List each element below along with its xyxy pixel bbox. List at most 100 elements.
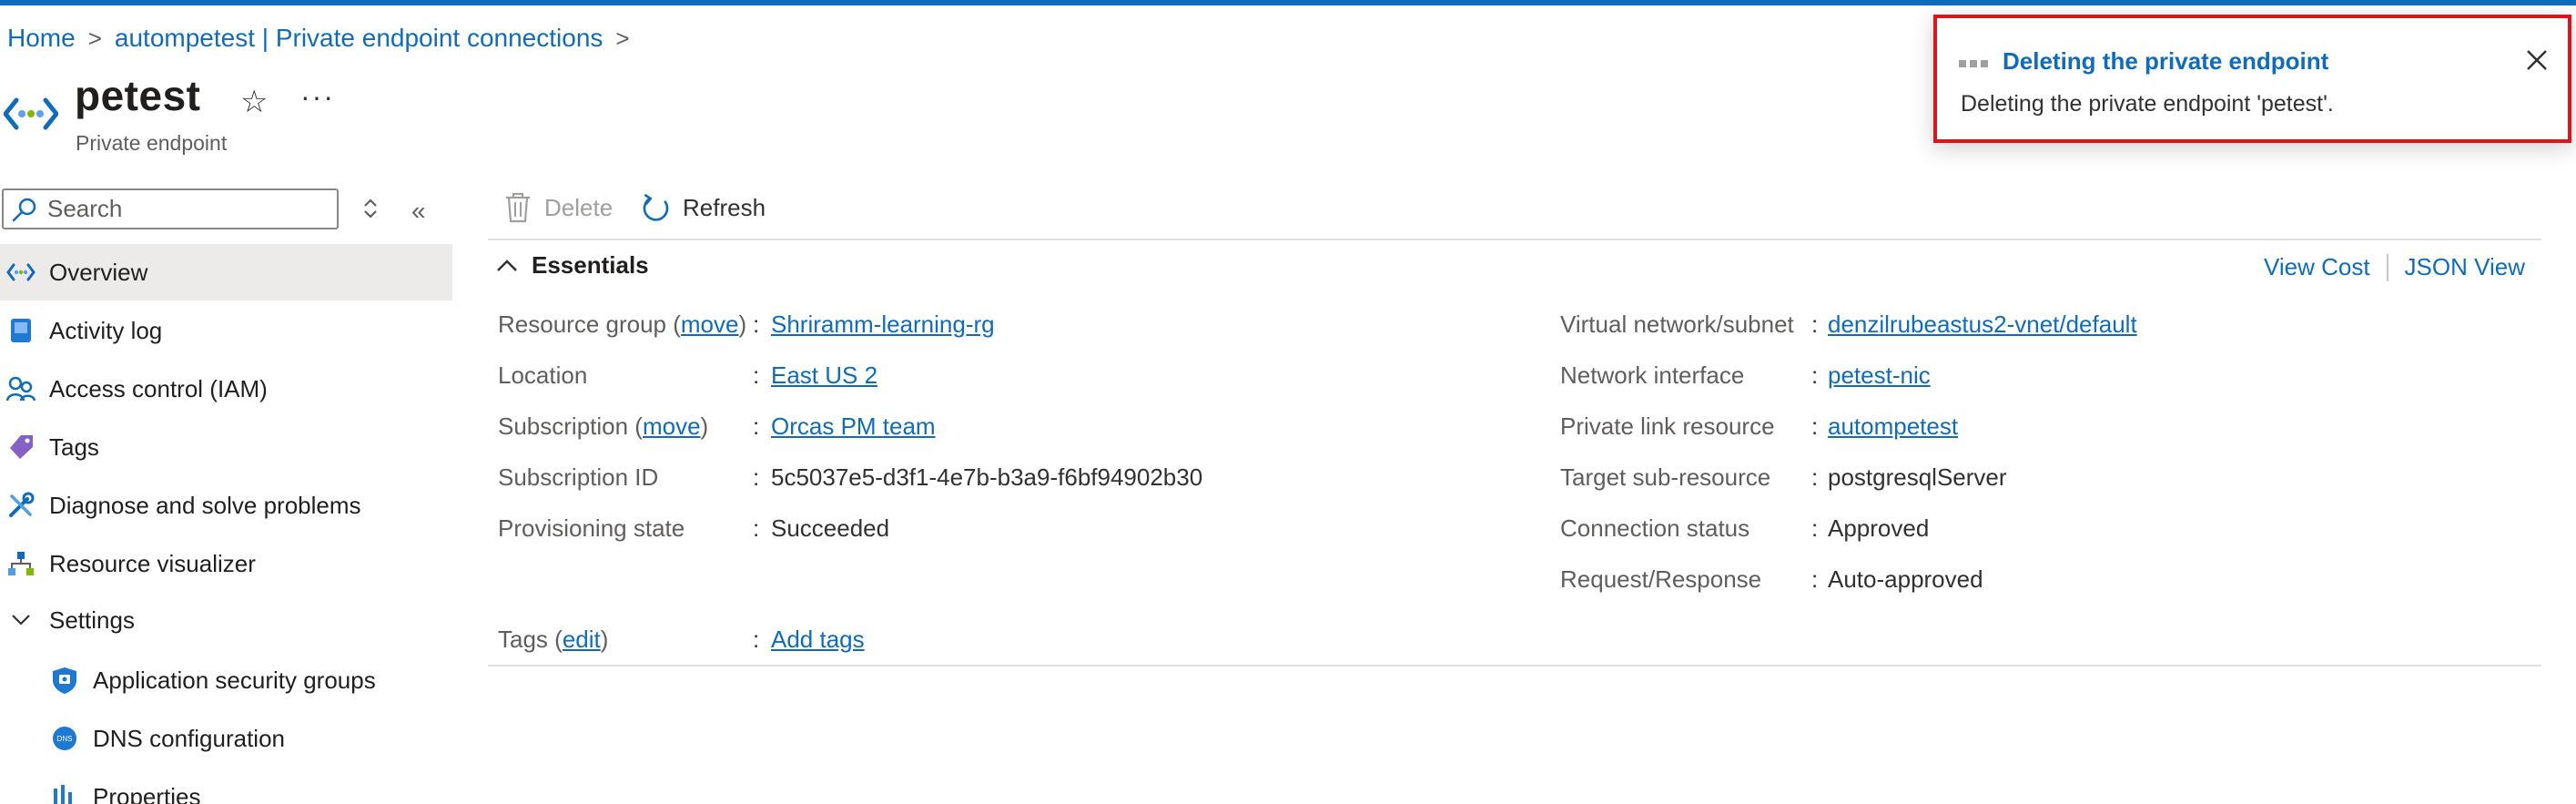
prop-label: Network interface <box>1560 361 1745 389</box>
sidebar-item-label: Activity log <box>49 316 163 344</box>
nav-search-input[interactable] <box>47 195 320 223</box>
subscription-id-value: 5c5037e5-d3f1-4e7b-b3a9-f6bf94902b30 <box>771 463 1203 491</box>
location-link[interactable]: East US 2 <box>771 361 877 389</box>
sidebar-item-label: Properties <box>93 782 201 804</box>
overview-icon <box>5 257 36 288</box>
sidebar-item-resource-visualizer[interactable]: Resource visualizer <box>0 535 452 592</box>
prop-label-text: Subscription <box>498 412 629 440</box>
notification-title[interactable]: Deleting the private endpoint <box>2003 47 2328 76</box>
target-sub-resource-value: postgresqlServer <box>1828 463 2007 491</box>
add-tags-link[interactable]: Add tags <box>771 626 865 653</box>
collapse-nav-button[interactable]: « <box>411 197 426 226</box>
prop-colon: : <box>753 412 760 440</box>
hierarchy-icon <box>5 548 36 579</box>
prop-colon: : <box>1811 412 1819 440</box>
nav-search-box <box>2 188 339 229</box>
prop-value: Orcas PM team <box>771 412 936 441</box>
sidebar-item-application-security-groups[interactable]: Application security groups <box>0 652 452 708</box>
json-view-link[interactable]: JSON View <box>2405 253 2525 281</box>
prop-label: Private link resource <box>1560 412 1775 440</box>
prop-value: denzilrubeastus2-vnet/default <box>1828 310 2137 339</box>
refresh-label: Refresh <box>683 193 766 221</box>
private-link-resource-link[interactable]: autompetest <box>1828 412 1958 440</box>
prop-label-text: Resource group <box>498 310 666 338</box>
tag-icon <box>5 432 36 463</box>
favorite-star-icon[interactable]: ☆ <box>240 84 268 120</box>
prop-label: Tags (edit) <box>498 625 609 653</box>
sidebar-group-settings[interactable]: Settings <box>0 592 452 648</box>
trash-icon <box>506 192 530 223</box>
prop-label: Subscription ID <box>498 463 659 491</box>
svg-text:DNS: DNS <box>57 735 73 743</box>
subscription-link[interactable]: Orcas PM team <box>771 412 936 440</box>
essentials-title: Essentials <box>532 251 649 279</box>
provisioning-state-value: Succeeded <box>771 514 890 542</box>
prop-label-text: Tags <box>498 625 548 653</box>
more-actions-button[interactable]: ··· <box>300 80 335 114</box>
prop-value: petest-nic <box>1828 361 1931 390</box>
properties-icon <box>49 781 80 804</box>
expand-collapse-icon[interactable] <box>360 195 380 222</box>
prop-request-response: Request/Response : Auto-approved <box>1560 563 1983 595</box>
move-resource-group-link[interactable]: move <box>681 310 739 338</box>
prop-target-sub-resource: Target sub-resource : postgresqlServer <box>1560 461 2007 494</box>
prop-provisioning-state: Provisioning state : Succeeded <box>498 512 889 544</box>
prop-label: Provisioning state <box>498 514 685 542</box>
sidebar-item-diagnose[interactable]: Diagnose and solve problems <box>0 477 452 534</box>
prop-private-link-resource: Private link resource : autompetest <box>1560 410 1958 443</box>
sidebar-item-label: Resource visualizer <box>49 549 256 577</box>
essentials-toggle[interactable]: Essentials <box>495 251 649 280</box>
sidebar-item-label: Settings <box>49 606 135 634</box>
sidebar-item-activity-log[interactable]: Activity log <box>0 302 452 359</box>
refresh-icon <box>643 194 669 221</box>
refresh-button[interactable]: Refresh <box>641 186 766 229</box>
sidebar-item-overview[interactable]: Overview <box>0 244 452 300</box>
breadcrumb-home-link[interactable]: Home <box>7 24 76 53</box>
notification-toast: Deleting the private endpoint Deleting t… <box>1933 15 2571 143</box>
connection-status-value: Approved <box>1828 514 1930 542</box>
chevron-down-icon <box>5 605 36 636</box>
sidebar-item-iam[interactable]: Access control (IAM) <box>0 361 452 417</box>
sidebar-item-label: Overview <box>49 258 148 286</box>
request-response-value: Auto-approved <box>1828 565 1983 593</box>
sidebar-item-tags[interactable]: Tags <box>0 419 452 475</box>
close-icon[interactable] <box>2522 46 2551 75</box>
prop-label: Connection status <box>1560 514 1750 542</box>
move-subscription-link[interactable]: move <box>643 412 701 440</box>
prop-label: Location <box>498 361 588 389</box>
view-cost-link[interactable]: View Cost <box>2264 253 2370 281</box>
delete-button[interactable]: Delete <box>502 186 613 229</box>
prop-value: Shriramm-learning-rg <box>771 310 995 339</box>
divider <box>2386 253 2388 281</box>
virtual-network-link[interactable]: denzilrubeastus2-vnet/default <box>1828 310 2137 338</box>
notification-message: Deleting the private endpoint 'petest'. <box>1961 91 2334 117</box>
shield-icon <box>49 665 80 696</box>
prop-colon: : <box>1811 463 1819 491</box>
sidebar-item-label: Application security groups <box>93 666 376 694</box>
prop-label: Virtual network/subnet <box>1560 310 1794 338</box>
wrench-icon <box>5 490 36 521</box>
breadcrumb: Home > autompetest | Private endpoint co… <box>7 22 643 55</box>
chevron-up-icon <box>497 259 517 271</box>
page-title: petest <box>75 72 201 119</box>
prop-network-interface: Network interface : petest-nic <box>1560 359 1931 392</box>
divider <box>488 665 2541 667</box>
sidebar-item-label: DNS configuration <box>93 724 285 752</box>
breadcrumb-parent-link[interactable]: autompetest | Private endpoint connectio… <box>115 24 603 53</box>
network-interface-link[interactable]: petest-nic <box>1828 361 1931 389</box>
edit-tags-link[interactable]: edit <box>563 626 601 653</box>
progress-dots-icon <box>1959 60 1988 69</box>
prop-value: autompetest <box>1828 412 1958 441</box>
sidebar-item-properties[interactable]: Properties <box>0 768 452 804</box>
prop-location: Location : East US 2 <box>498 359 877 392</box>
divider <box>488 239 2541 240</box>
sidebar-item-dns-configuration[interactable]: DNS DNS configuration <box>0 710 452 767</box>
activity-log-icon <box>5 315 36 346</box>
prop-colon: : <box>753 625 760 653</box>
dns-icon: DNS <box>49 723 80 754</box>
prop-label: Resource group (move) <box>498 310 747 338</box>
prop-colon: : <box>753 463 760 491</box>
resource-group-link[interactable]: Shriramm-learning-rg <box>771 310 995 338</box>
resource-type-label: Private endpoint <box>76 131 228 155</box>
private-endpoint-icon <box>4 97 58 130</box>
